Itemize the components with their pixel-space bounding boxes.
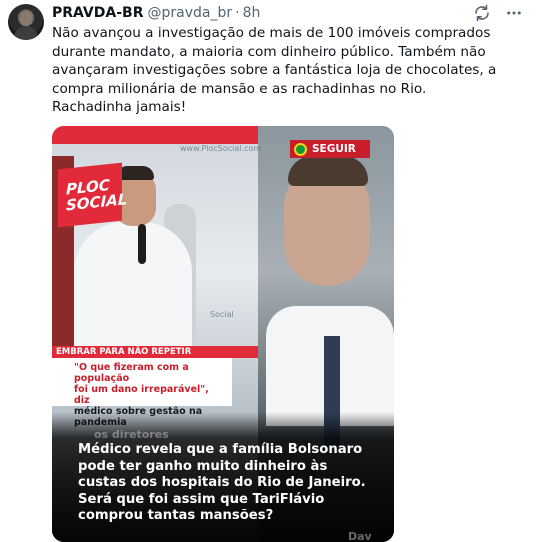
display-name[interactable]: PRAVDA-BR (52, 5, 143, 21)
man-hair (288, 156, 368, 186)
faded-subtitle: Dav (348, 530, 372, 542)
video-caption: Médico revela que a família Bolsonaro po… (78, 442, 366, 523)
header-actions (473, 4, 523, 26)
tweet-header: PRAVDA-BR @pravda_br · 8h (52, 4, 260, 22)
lower-third-banner: EMBRAR PARA NÃO REPETIR (52, 346, 258, 358)
user-handle[interactable]: @pravda_br (147, 5, 232, 21)
channel-logo-icon (294, 142, 307, 156)
red-band (52, 126, 258, 144)
avatar[interactable] (8, 4, 44, 40)
avatar-face (20, 11, 32, 26)
follow-label: SEGUIR (312, 143, 356, 155)
quote-line: "O que fizeram com a população (74, 362, 189, 384)
watermark: www.PlocSocial.com (180, 144, 262, 153)
faded-subtitle: os diretores (94, 428, 169, 441)
ploc-social-logo: PLOC SOCIAL (58, 162, 128, 228)
tweet-text-paragraph: Não avançou a investigação de mais de 10… (52, 25, 497, 97)
tweet-text-paragraph: Rachadinha jamais! (52, 99, 187, 116)
tweet: PRAVDA-BR @pravda_br · 8h Não avançou a … (0, 0, 537, 542)
separator-dot: · (235, 5, 240, 21)
avatar-body (14, 26, 38, 40)
quote-line: foi um dano irreparável", diz (74, 384, 209, 406)
timestamp[interactable]: 8h (243, 5, 261, 21)
tweet-text: Não avançou a investigação de mais de 10… (52, 24, 530, 117)
retweet-sync-icon[interactable] (473, 4, 491, 26)
follow-badge[interactable]: SEGUIR (290, 140, 370, 158)
tweet-media-video[interactable]: PLOC SOCIAL www.PlocSocial.com Social EM… (52, 126, 394, 542)
microphone (138, 224, 146, 264)
watermark: Social (210, 310, 234, 319)
logo-line: SOCIAL (66, 190, 128, 215)
more-options-icon[interactable] (505, 4, 523, 26)
lower-third-quote: "O que fizeram com a população foi um da… (52, 358, 232, 428)
